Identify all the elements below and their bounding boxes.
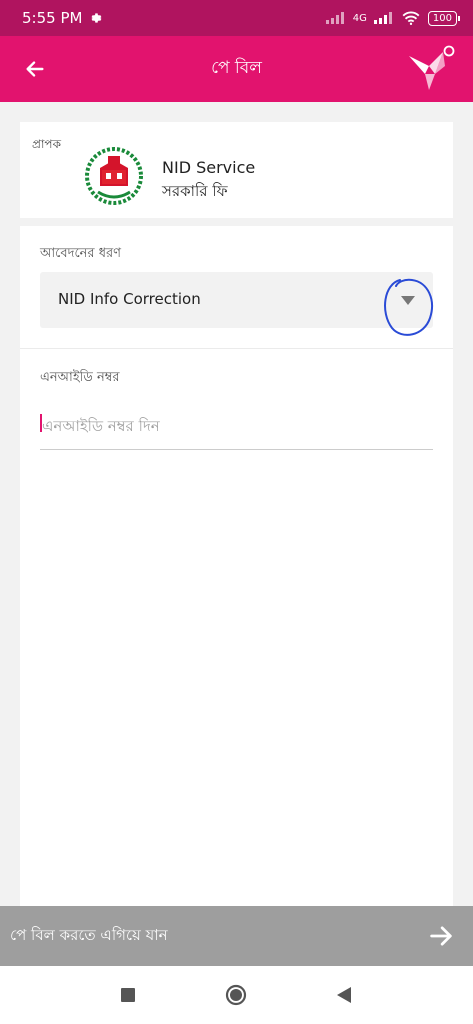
status-bar: 5:55 PM 4G 100 <box>0 0 473 36</box>
status-time: 5:55 PM <box>22 9 83 27</box>
page-title: পে বিল <box>211 58 262 78</box>
status-time-group: 5:55 PM <box>22 9 102 27</box>
app-bar: পে বিল <box>0 36 473 102</box>
triangle-back-icon <box>337 987 351 1003</box>
back-button[interactable] <box>20 54 50 84</box>
square-icon <box>121 988 135 1002</box>
recipient-label: প্রাপক <box>32 137 61 151</box>
nid-number-label: এনআইডি নম্বর <box>40 370 120 385</box>
network-type-label: 4G <box>352 12 367 24</box>
application-type-label: আবেদনের ধরণ <box>40 246 122 261</box>
section-divider <box>20 348 453 349</box>
arrow-right-icon <box>430 926 452 946</box>
proceed-label: পে বিল করতে এগিয়ে যান <box>10 925 168 944</box>
signal-icon <box>325 12 344 24</box>
system-back-button[interactable] <box>333 984 355 1006</box>
application-type-value: NID Info Correction <box>58 290 201 308</box>
recipient-name: NID Service <box>162 158 256 177</box>
settings-gear-icon <box>91 13 102 23</box>
status-icons: 4G 100 <box>325 10 461 26</box>
recipient-subtitle: সরকারি ফি <box>162 182 228 200</box>
application-type-dropdown[interactable]: NID Info Correction <box>40 272 433 328</box>
arrow-left-icon <box>26 61 44 77</box>
hand-drawn-circle-annotation <box>384 278 433 336</box>
nid-number-input[interactable] <box>40 402 433 450</box>
bird-logo-icon <box>409 45 455 90</box>
circle-home-icon <box>225 984 247 1006</box>
battery-icon: 100 <box>427 10 461 26</box>
bill-form-card: আবেদনের ধরণ NID Info Correction এনআইডি ন… <box>20 226 453 906</box>
election-commission-emblem-icon <box>85 147 143 205</box>
signal-icon-2 <box>373 12 392 24</box>
recipient-card: প্রাপক NID Service সরকারি ফি <box>20 122 453 218</box>
home-button[interactable] <box>225 984 247 1006</box>
text-cursor <box>40 414 42 432</box>
recent-apps-button[interactable] <box>117 984 139 1006</box>
wifi-icon <box>402 11 420 25</box>
system-navigation-bar <box>0 966 473 1024</box>
proceed-button[interactable]: পে বিল করতে এগিয়ে যান <box>0 906 473 966</box>
